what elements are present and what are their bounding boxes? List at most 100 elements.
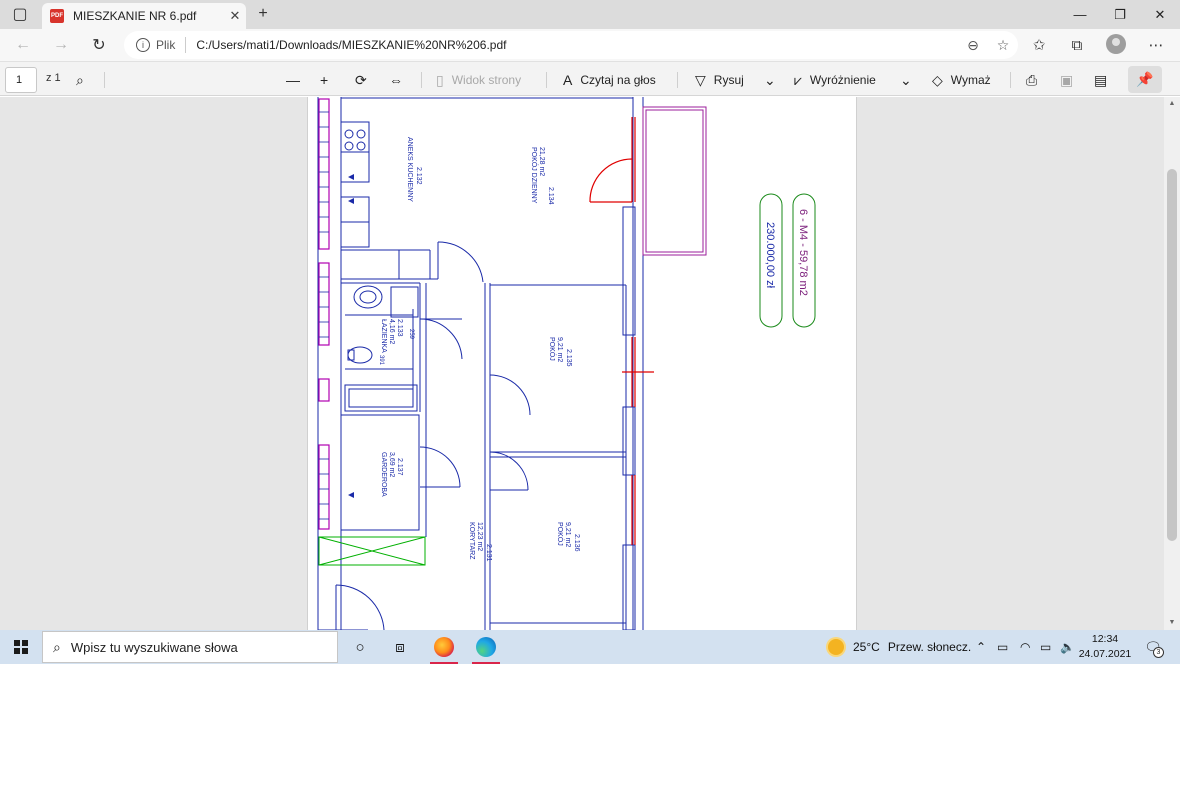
weather-widget[interactable]: 25°C Przew. słonecz. [828, 630, 971, 664]
page-number-input[interactable]: 1 [5, 67, 37, 93]
room-number: 2.134 [547, 187, 554, 205]
room-label-room-2135: POKÓJ 9,21 m2 2.135 [548, 337, 572, 367]
clock[interactable]: 12:34 24.07.2021 [1074, 632, 1136, 662]
windows-and-door [589, 117, 654, 545]
room-label-bathroom: ŁAZIENKA 4,16 m2 2.133 [380, 319, 403, 353]
cortana-icon[interactable]: ○ [342, 630, 378, 664]
url-field[interactable]: i Plik C:/Users/mati1/Downloads/MIESZKAN… [124, 31, 1018, 59]
floor-plan: ANEKS KUCHENNY 2.132 POKÓJ DZIENNY 21,28… [317, 97, 816, 630]
tab-actions-icon[interactable]: ▢ [8, 3, 32, 25]
battery-icon[interactable]: ▭ [1040, 630, 1051, 664]
highlight-options-chevron-icon[interactable]: ⌄ [900, 68, 920, 92]
refresh-icon[interactable]: ↻ [86, 33, 112, 57]
eraser-icon: ◇ [932, 71, 943, 88]
fit-width-icon[interactable]: ⇔ [389, 68, 411, 92]
room-number: 2.136 [573, 534, 580, 552]
room-number: 2.137 [396, 458, 403, 476]
back-icon[interactable]: ← [10, 33, 36, 57]
taskbar-edge[interactable] [468, 630, 504, 664]
task-view-icon[interactable]: ⧈ [382, 630, 418, 664]
show-hidden-icons-icon[interactable]: ⌃ [976, 630, 986, 664]
sun-icon [828, 639, 844, 655]
highlighted-wall [318, 98, 330, 530]
pdf-file-icon: PDF [50, 9, 64, 23]
highlight-icon: ⩗ [794, 71, 802, 88]
tab-close-icon[interactable]: ✕ [224, 8, 246, 24]
erase-button[interactable]: ◇ Wymaż [932, 68, 991, 92]
minimize-icon[interactable]: — [1060, 0, 1100, 29]
pdf-viewer[interactable]: ANEKS KUCHENNY 2.132 POKÓJ DZIENNY 21,28… [0, 97, 1164, 630]
divider [104, 72, 105, 88]
room-labels: ANEKS KUCHENNY 2.132 POKÓJ DZIENNY 21,28… [378, 137, 580, 562]
more-menu-icon[interactable]: ⋯ [1143, 33, 1169, 57]
price-badge: 230.000,00 zł [759, 193, 783, 328]
highlight-button[interactable]: ⩗ Wyróżnienie [794, 68, 876, 92]
draw-button[interactable]: ▽ Rysuj [695, 68, 744, 92]
read-aloud-icon: A [563, 72, 573, 88]
zoom-icon[interactable]: ⊖ [958, 37, 988, 54]
find-icon[interactable]: ⌕ [76, 68, 92, 92]
url-text[interactable]: C:/Users/mati1/Downloads/MIESZKANIE%20NR… [196, 38, 958, 52]
notification-center-icon[interactable]: 🗨 3 [1140, 634, 1166, 660]
room-number: 2.135 [565, 349, 572, 367]
room-name: ŁAZIENKA [380, 319, 387, 353]
scroll-up-icon[interactable]: ▲ [1164, 97, 1180, 109]
new-tab-icon[interactable]: + [251, 3, 275, 25]
save-as-icon[interactable]: ▤ [1094, 68, 1115, 92]
draw-label: Rysuj [713, 73, 744, 87]
room-label-wardrobe: GARDEROBA 3,69 m2 2.137 [380, 452, 403, 497]
taskbar-firefox[interactable] [426, 630, 462, 664]
room-number: 2.132 [415, 167, 422, 185]
clock-date: 24.07.2021 [1078, 648, 1132, 660]
scroll-down-icon[interactable]: ▼ [1164, 616, 1180, 628]
tab-active[interactable]: PDF MIESZKANIE NR 6.pdf ✕ [42, 3, 246, 29]
vertical-scrollbar[interactable]: ▲ ▼ [1164, 97, 1180, 630]
restore-icon[interactable]: ❐ [1100, 0, 1140, 29]
zoom-in-icon[interactable]: + [320, 68, 336, 92]
room-name: GARDEROBA [380, 452, 387, 497]
save-icon[interactable]: ▣ [1060, 68, 1081, 92]
taskbar-search-input[interactable]: ⌕ Wpisz tu wyszukiwane słowa [42, 631, 338, 663]
page-view-button[interactable]: ▯ Widok strony [436, 68, 521, 92]
forward-icon[interactable]: → [48, 33, 74, 57]
collections-icon[interactable]: ⧉ [1064, 33, 1090, 57]
markers [348, 174, 354, 498]
close-window-icon[interactable]: ✕ [1140, 0, 1180, 29]
scroll-thumb[interactable] [1167, 169, 1177, 541]
room-name: POKÓJ DZIENNY [530, 147, 539, 204]
search-placeholder: Wpisz tu wyszukiwane słowa [70, 639, 238, 655]
dimension-label-1: 259 [408, 329, 414, 340]
room-name: KORYTARZ [468, 522, 475, 560]
tab-strip: ▢ PDF MIESZKANIE NR 6.pdf ✕ + — ❐ ✕ [0, 0, 1180, 29]
room-label-living: POKÓJ DZIENNY 21,28 m2 2.134 [530, 147, 554, 205]
highlight-label: Wyróżnienie [809, 73, 876, 87]
room-name: ANEKS KUCHENNY [406, 137, 413, 202]
volume-icon[interactable]: 🔈 [1060, 630, 1075, 664]
divider [546, 72, 547, 88]
weather-desc: Przew. słonecz. [887, 640, 972, 654]
room-label-corridor: KORYTARZ 12,23 m2 2.131 [468, 522, 492, 562]
room-area: 9,21 m2 [564, 522, 571, 547]
zoom-out-icon[interactable]: — [286, 68, 308, 92]
read-aloud-button[interactable]: A Czytaj na głos [563, 68, 656, 92]
favorites-icon[interactable]: ✩ [1026, 33, 1052, 57]
search-icon: ⌕ [53, 638, 61, 655]
print-icon[interactable]: ⎙ [1026, 68, 1045, 92]
add-favorite-icon[interactable]: ☆ [988, 37, 1018, 54]
pdf-page: ANEKS KUCHENNY 2.132 POKÓJ DZIENNY 21,28… [307, 97, 857, 630]
rotate-icon[interactable]: ⟳ [355, 68, 375, 92]
unit-badge: 6 - M4 - 59,78 m2 [792, 193, 816, 328]
draw-options-chevron-icon[interactable]: ⌄ [764, 68, 784, 92]
room-name: POKÓJ [556, 522, 565, 546]
info-icon[interactable]: i [136, 38, 150, 52]
page-view-icon: ▯ [436, 71, 444, 88]
room-area: 3,69 m2 [388, 452, 395, 477]
wifi-icon[interactable]: ◠ [1020, 630, 1030, 664]
pin-toolbar-icon[interactable]: 📌 [1128, 66, 1162, 93]
screen: ▢ PDF MIESZKANIE NR 6.pdf ✕ + — ❐ ✕ ← → … [0, 0, 1180, 664]
avatar[interactable] [1106, 34, 1126, 54]
meet-now-icon[interactable]: ▭ [997, 630, 1008, 664]
door-swings [335, 241, 531, 630]
start-button[interactable] [0, 630, 42, 664]
divider [677, 72, 678, 88]
